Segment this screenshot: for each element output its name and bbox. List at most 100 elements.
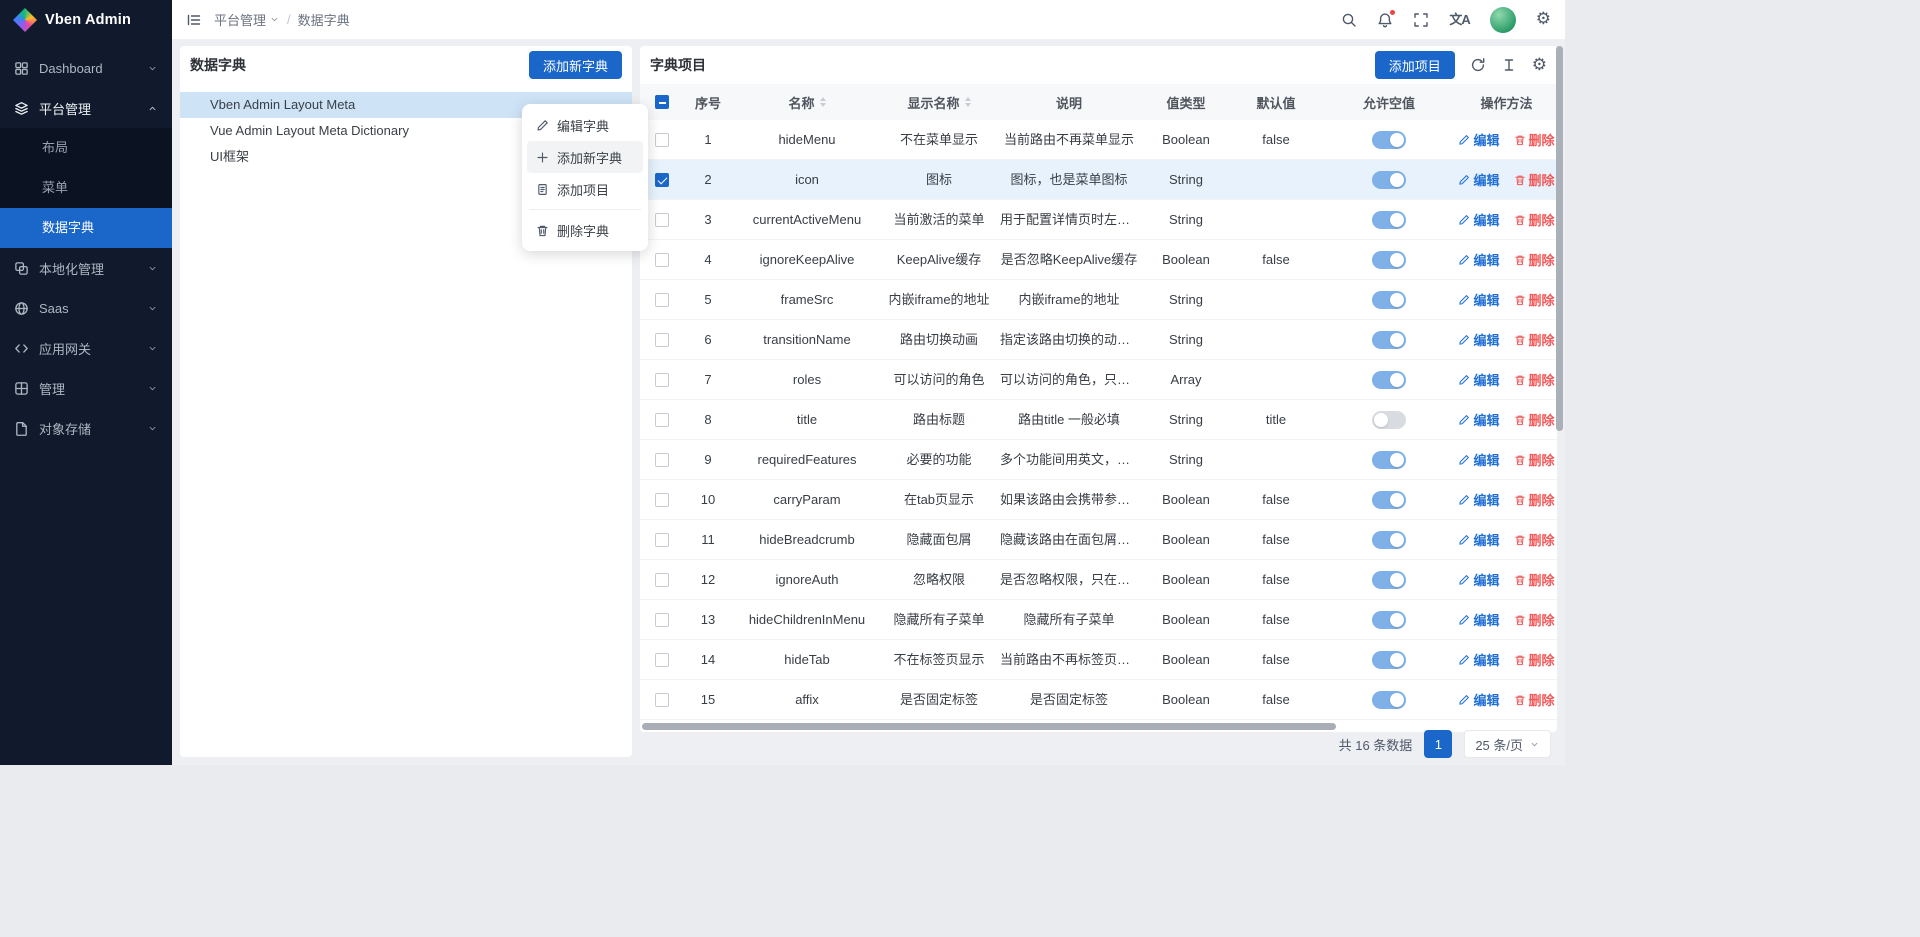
delete-button[interactable]: 删除 — [1514, 530, 1555, 549]
edit-button[interactable]: 编辑 — [1458, 690, 1499, 709]
column-header-name[interactable]: 名称 — [732, 84, 882, 120]
nullable-toggle[interactable] — [1372, 331, 1406, 349]
delete-button[interactable]: 删除 — [1514, 210, 1555, 229]
edit-button[interactable]: 编辑 — [1458, 530, 1499, 549]
refresh-icon[interactable] — [1470, 57, 1486, 73]
nullable-toggle[interactable] — [1372, 691, 1406, 709]
nullable-toggle[interactable] — [1372, 491, 1406, 509]
pagination-page-1[interactable]: 1 — [1424, 730, 1452, 758]
user-avatar[interactable] — [1490, 7, 1516, 33]
delete-button[interactable]: 删除 — [1514, 690, 1555, 709]
context-menu-item[interactable]: 编辑字典 — [527, 109, 643, 141]
add-item-button[interactable]: 添加项目 — [1375, 51, 1455, 79]
row-checkbox[interactable] — [655, 533, 669, 547]
nullable-toggle[interactable] — [1372, 411, 1406, 429]
select-all-checkbox[interactable] — [655, 95, 669, 109]
delete-button[interactable]: 删除 — [1514, 250, 1555, 269]
bell-icon[interactable] — [1377, 12, 1393, 28]
edit-button[interactable]: 编辑 — [1458, 610, 1499, 629]
edit-button[interactable]: 编辑 — [1458, 170, 1499, 189]
row-checkbox[interactable] — [655, 613, 669, 627]
context-menu-item-label: 删除字典 — [557, 221, 609, 240]
search-icon[interactable] — [1341, 12, 1357, 28]
row-checkbox[interactable] — [655, 373, 669, 387]
sidebar-item-gateway[interactable]: 应用网关 — [0, 328, 172, 368]
row-checkbox[interactable] — [655, 413, 669, 427]
row-checkbox[interactable] — [655, 253, 669, 267]
sidebar-subitem[interactable]: 菜单 — [0, 168, 172, 208]
chevron-down-icon — [1529, 739, 1540, 750]
row-checkbox[interactable] — [655, 293, 669, 307]
sidebar-item-storage[interactable]: 对象存储 — [0, 408, 172, 448]
app-logo[interactable]: Vben Admin — [0, 0, 172, 40]
edit-button[interactable]: 编辑 — [1458, 130, 1499, 149]
nullable-toggle[interactable] — [1372, 251, 1406, 269]
delete-button[interactable]: 删除 — [1514, 290, 1555, 309]
delete-button[interactable]: 删除 — [1514, 410, 1555, 429]
nullable-toggle[interactable] — [1372, 651, 1406, 669]
edit-button[interactable]: 编辑 — [1458, 650, 1499, 669]
edit-button[interactable]: 编辑 — [1458, 250, 1499, 269]
sort-carets-icon[interactable] — [820, 97, 826, 107]
sidebar-item-locale[interactable]: 本地化管理 — [0, 248, 172, 288]
table-settings-icon[interactable]: ⚙ — [1532, 57, 1547, 74]
delete-button[interactable]: 删除 — [1514, 130, 1555, 149]
sidebar-item-platform[interactable]: 平台管理 — [0, 88, 172, 128]
nullable-toggle[interactable] — [1372, 171, 1406, 189]
sidebar-subitem[interactable]: 数据字典 — [0, 208, 172, 248]
sidebar-item-saas[interactable]: Saas — [0, 288, 172, 328]
delete-button[interactable]: 删除 — [1514, 330, 1555, 349]
delete-button[interactable]: 删除 — [1514, 370, 1555, 389]
edit-button[interactable]: 编辑 — [1458, 370, 1499, 389]
sidebar-item-manage[interactable]: 管理 — [0, 368, 172, 408]
column-header-display[interactable]: 显示名称 — [882, 84, 996, 120]
delete-button[interactable]: 删除 — [1514, 570, 1555, 589]
page-size-select[interactable]: 25 条/页 — [1464, 730, 1551, 758]
item-name: hideBreadcrumb — [732, 520, 882, 560]
fullscreen-icon[interactable] — [1413, 12, 1429, 28]
edit-button[interactable]: 编辑 — [1458, 450, 1499, 469]
delete-button[interactable]: 删除 — [1514, 490, 1555, 509]
nullable-toggle[interactable] — [1372, 571, 1406, 589]
row-checkbox[interactable] — [655, 653, 669, 667]
settings-gear-icon[interactable]: ⚙ — [1536, 11, 1551, 28]
horizontal-scrollbar-thumb[interactable] — [642, 723, 1336, 730]
edit-button[interactable]: 编辑 — [1458, 210, 1499, 229]
nullable-toggle[interactable] — [1372, 131, 1406, 149]
nullable-toggle[interactable] — [1372, 291, 1406, 309]
add-dictionary-button[interactable]: 添加新字典 — [529, 51, 622, 79]
delete-button[interactable]: 删除 — [1514, 650, 1555, 669]
context-menu-item[interactable]: 删除字典 — [527, 214, 643, 246]
sidebar-collapse-icon[interactable] — [186, 12, 202, 28]
edit-button[interactable]: 编辑 — [1458, 490, 1499, 509]
edit-button[interactable]: 编辑 — [1458, 410, 1499, 429]
row-checkbox[interactable] — [655, 693, 669, 707]
nullable-toggle[interactable] — [1372, 371, 1406, 389]
nullable-toggle[interactable] — [1372, 211, 1406, 229]
context-menu-item[interactable]: 添加项目 — [527, 173, 643, 205]
delete-button[interactable]: 删除 — [1514, 450, 1555, 469]
row-checkbox[interactable] — [655, 573, 669, 587]
delete-button[interactable]: 删除 — [1514, 610, 1555, 629]
vertical-scrollbar[interactable] — [1556, 46, 1563, 431]
row-checkbox[interactable] — [655, 133, 669, 147]
nullable-toggle[interactable] — [1372, 611, 1406, 629]
row-height-icon[interactable] — [1501, 57, 1517, 73]
translate-icon[interactable]: 文A — [1449, 13, 1469, 26]
edit-button[interactable]: 编辑 — [1458, 290, 1499, 309]
row-checkbox[interactable] — [655, 333, 669, 347]
edit-button[interactable]: 编辑 — [1458, 570, 1499, 589]
row-checkbox[interactable] — [655, 213, 669, 227]
sidebar-subitem[interactable]: 布局 — [0, 128, 172, 168]
row-checkbox[interactable] — [655, 173, 669, 187]
breadcrumb-section[interactable]: 平台管理 — [214, 10, 280, 29]
delete-button[interactable]: 删除 — [1514, 170, 1555, 189]
context-menu-item[interactable]: 添加新字典 — [527, 141, 643, 173]
edit-button[interactable]: 编辑 — [1458, 330, 1499, 349]
sort-carets-icon[interactable] — [965, 97, 971, 107]
row-checkbox[interactable] — [655, 453, 669, 467]
row-checkbox[interactable] — [655, 493, 669, 507]
nullable-toggle[interactable] — [1372, 451, 1406, 469]
nullable-toggle[interactable] — [1372, 531, 1406, 549]
sidebar-item-dashboard[interactable]: Dashboard — [0, 48, 172, 88]
